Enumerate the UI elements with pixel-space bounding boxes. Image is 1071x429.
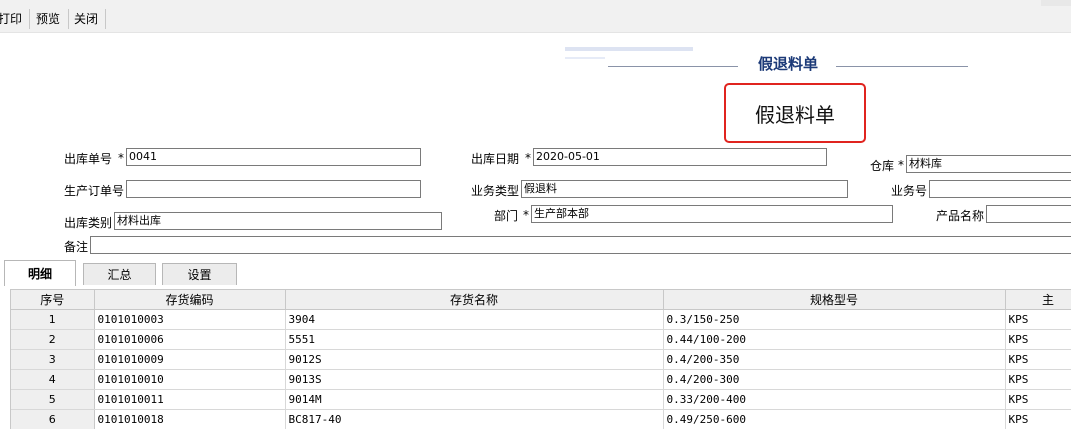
cell-unit[interactable]: KPS: [1005, 369, 1071, 390]
highlight-annotation: 假退料单: [724, 83, 866, 143]
table-row[interactable]: 2 0101010006 5551 0.44/100-200 KPS: [11, 329, 1071, 350]
title-decoration: [565, 47, 693, 51]
cell-unit[interactable]: KPS: [1005, 389, 1071, 410]
cell-code[interactable]: 0101010011: [94, 389, 286, 410]
cell-name[interactable]: BC817-40: [285, 409, 664, 429]
out-date-label: 出库日期: [471, 152, 520, 166]
business-type-label: 业务类型: [471, 184, 520, 198]
cell-name[interactable]: 5551: [285, 329, 664, 350]
cell-code[interactable]: 0101010003: [94, 309, 286, 330]
page-title: 假退料单: [757, 55, 818, 73]
cell-name[interactable]: 9012S: [285, 349, 664, 370]
cell-spec[interactable]: 0.4/200-350: [663, 349, 1006, 370]
department-field[interactable]: 生产部本部: [531, 205, 893, 223]
table-row[interactable]: 5 0101010011 9014M 0.33/200-400 KPS: [11, 389, 1071, 410]
required-mark: *: [898, 158, 904, 172]
cell-spec[interactable]: 0.3/150-250: [663, 309, 1006, 330]
cell-spec[interactable]: 0.49/250-600: [663, 409, 1006, 429]
cell-spec[interactable]: 0.4/200-300: [663, 369, 1006, 390]
row-seq: 3: [11, 349, 95, 370]
cell-spec[interactable]: 0.33/200-400: [663, 389, 1006, 410]
business-no-field[interactable]: [929, 180, 1071, 198]
table-header-row: 序号 存货编码 存货名称 规格型号 主: [11, 290, 1071, 310]
table-row[interactable]: 3 0101010009 9012S 0.4/200-350 KPS: [11, 349, 1071, 370]
production-order-label: 生产订单号: [64, 184, 125, 198]
row-seq: 5: [11, 389, 95, 410]
out-category-field[interactable]: 材料出库: [114, 212, 442, 230]
toolbar-divider: [29, 9, 30, 29]
cell-unit[interactable]: KPS: [1005, 329, 1071, 350]
warehouse-field[interactable]: 材料库: [906, 155, 1071, 173]
out-date-field[interactable]: 2020-05-01: [533, 148, 827, 166]
product-name-field[interactable]: [986, 205, 1071, 223]
toolbar-corner: [1041, 0, 1071, 6]
bill-window: 打印 预览 关闭 假退料单 假退料单 出库单号 * 0041 出库日期 * 20…: [0, 0, 1071, 429]
out-category-label: 出库类别: [64, 216, 113, 230]
cell-unit[interactable]: KPS: [1005, 409, 1071, 429]
business-type-field[interactable]: 假退料: [521, 180, 848, 198]
cell-unit[interactable]: KPS: [1005, 309, 1071, 330]
detail-grid: 序号 存货编码 存货名称 规格型号 主 1 0101010003 3904 0.…: [10, 289, 1071, 429]
cell-spec[interactable]: 0.44/100-200: [663, 329, 1006, 350]
toolbar-divider: [68, 9, 69, 29]
remark-field[interactable]: [90, 236, 1071, 254]
row-seq: 1: [11, 309, 95, 330]
required-mark: *: [118, 151, 124, 165]
column-header-seq[interactable]: 序号: [11, 290, 95, 310]
production-order-field[interactable]: [126, 180, 421, 198]
remark-label: 备注: [64, 240, 89, 254]
row-seq: 2: [11, 329, 95, 350]
title-rule-right: [836, 66, 968, 67]
tab-detail[interactable]: 明细: [4, 260, 76, 286]
column-header-unit[interactable]: 主: [1005, 290, 1071, 310]
cell-name[interactable]: 9014M: [285, 389, 664, 410]
out-no-field[interactable]: 0041: [126, 148, 421, 166]
highlight-title: 假退料单: [755, 103, 835, 127]
tab-summary[interactable]: 汇总: [83, 263, 156, 285]
column-header-code[interactable]: 存货编码: [94, 290, 286, 310]
table-row[interactable]: 1 0101010003 3904 0.3/150-250 KPS: [11, 309, 1071, 330]
cell-unit[interactable]: KPS: [1005, 349, 1071, 370]
required-mark: *: [525, 151, 531, 165]
product-name-label: 产品名称: [936, 209, 985, 223]
title-decoration: [565, 57, 605, 59]
row-seq: 6: [11, 409, 95, 429]
preview-button[interactable]: 预览: [36, 8, 60, 30]
cell-name[interactable]: 9013S: [285, 369, 664, 390]
column-header-name[interactable]: 存货名称: [285, 290, 664, 310]
warehouse-label: 仓库: [870, 159, 895, 173]
business-no-label: 业务号: [891, 184, 928, 198]
toolbar-divider: [105, 9, 106, 29]
table-row[interactable]: 4 0101010010 9013S 0.4/200-300 KPS: [11, 369, 1071, 390]
cell-code[interactable]: 0101010006: [94, 329, 286, 350]
cell-name[interactable]: 3904: [285, 309, 664, 330]
cell-code[interactable]: 0101010018: [94, 409, 286, 429]
tab-settings[interactable]: 设置: [162, 263, 237, 285]
cell-code[interactable]: 0101010009: [94, 349, 286, 370]
close-button[interactable]: 关闭: [74, 8, 98, 30]
department-label: 部门: [494, 209, 519, 223]
title-rule-left: [608, 66, 738, 67]
required-mark: *: [523, 208, 529, 222]
row-seq: 4: [11, 369, 95, 390]
detail-table: 序号 存货编码 存货名称 规格型号 主 1 0101010003 3904 0.…: [11, 290, 1071, 429]
table-row[interactable]: 6 0101010018 BC817-40 0.49/250-600 KPS: [11, 409, 1071, 429]
column-header-spec[interactable]: 规格型号: [663, 290, 1006, 310]
print-button[interactable]: 打印: [0, 8, 22, 30]
toolbar: 打印 预览 关闭: [0, 0, 1071, 33]
cell-code[interactable]: 0101010010: [94, 369, 286, 390]
out-no-label: 出库单号: [64, 152, 113, 166]
